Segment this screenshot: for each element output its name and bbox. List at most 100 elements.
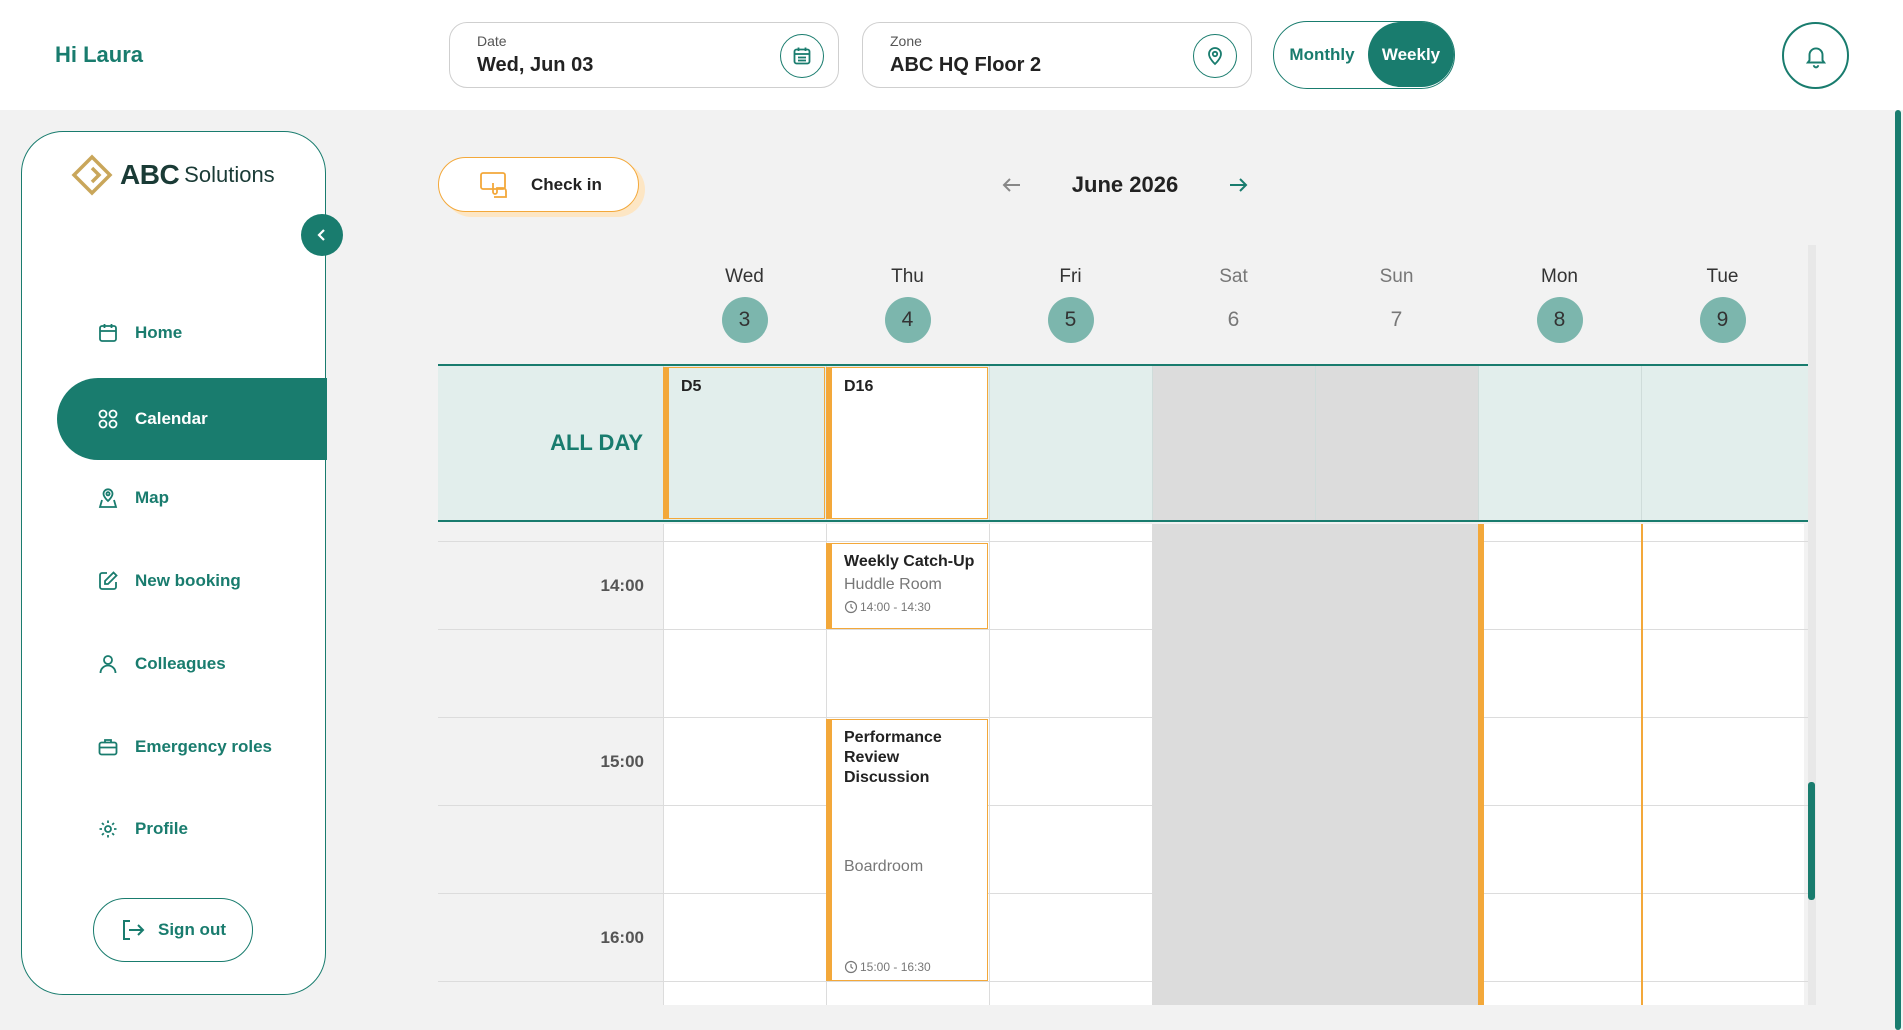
collapse-sidebar-button[interactable] bbox=[301, 214, 343, 256]
month-navigation: June 2026 bbox=[1000, 165, 1250, 205]
time-label: 15:00 bbox=[600, 752, 644, 771]
day-column bbox=[1315, 524, 1478, 1005]
map-pin-icon[interactable] bbox=[1193, 34, 1237, 78]
date-label: Date bbox=[477, 33, 507, 49]
grid-line bbox=[438, 541, 1808, 542]
check-in-button[interactable]: Check in bbox=[438, 157, 639, 212]
day-name: Tue bbox=[1706, 266, 1739, 287]
zone-picker[interactable]: Zone ABC HQ Floor 2 bbox=[862, 22, 1252, 88]
greeting: Hi Laura bbox=[55, 42, 144, 67]
month-title: June 2026 bbox=[1071, 172, 1179, 197]
sidebar-item-profile[interactable]: Profile bbox=[22, 799, 327, 859]
calendar-event[interactable]: Weekly Catch-Up Huddle Room 14:00 - 14:3… bbox=[826, 543, 988, 629]
day-column[interactable] bbox=[1478, 524, 1641, 1005]
event-time-text: 15:00 - 16:30 bbox=[860, 960, 931, 974]
all-day-cell[interactable] bbox=[1641, 366, 1804, 520]
sign-out-icon bbox=[123, 920, 145, 940]
day-header-tue[interactable]: Tue 9 bbox=[1641, 245, 1804, 343]
grid-line bbox=[438, 981, 1808, 982]
notifications-button[interactable] bbox=[1782, 22, 1849, 89]
sidebar-item-colleagues[interactable]: Colleagues bbox=[22, 634, 327, 694]
day-number: 3 bbox=[721, 297, 768, 343]
weekly-view-button[interactable]: Weekly bbox=[1368, 22, 1454, 87]
sidebar-item-label: New booking bbox=[135, 571, 241, 590]
sidebar-item-label: Colleagues bbox=[135, 654, 226, 673]
sidebar-item-new-booking[interactable]: New booking bbox=[22, 551, 327, 611]
sidebar-item-calendar[interactable]: Calendar bbox=[57, 378, 327, 460]
edit-icon bbox=[99, 571, 118, 590]
briefcase-icon bbox=[98, 739, 118, 756]
calendar-event[interactable]: Performance Review Discussion Boardroom … bbox=[826, 719, 988, 981]
clock-icon bbox=[844, 600, 858, 614]
calendar-scrollbar-thumb[interactable] bbox=[1808, 782, 1815, 900]
sidebar-item-label: Calendar bbox=[135, 409, 208, 428]
day-header-sat: Sat 6 bbox=[1152, 245, 1315, 343]
all-day-cell bbox=[1315, 366, 1478, 520]
grid-line bbox=[438, 717, 1808, 718]
sidebar-item-map[interactable]: Map bbox=[22, 468, 327, 528]
logo-icon bbox=[71, 154, 113, 196]
all-day-row: ALL DAY D5 D16 bbox=[438, 364, 1808, 522]
clock-icon bbox=[844, 960, 858, 974]
desk-booking[interactable]: D5 bbox=[663, 367, 825, 519]
event-location: Boardroom bbox=[844, 858, 924, 875]
grid-line bbox=[438, 805, 1808, 806]
arrow-left-icon[interactable] bbox=[1000, 173, 1024, 197]
sign-out-label: Sign out bbox=[158, 920, 226, 939]
day-header-fri[interactable]: Fri 5 bbox=[989, 245, 1152, 343]
sidebar-item-label: Map bbox=[135, 488, 169, 507]
all-day-cell[interactable] bbox=[1478, 366, 1641, 520]
logo-name: ABC bbox=[120, 159, 180, 190]
sidebar-item-label: Profile bbox=[135, 819, 188, 838]
person-icon bbox=[99, 655, 117, 674]
chevron-left-icon bbox=[317, 229, 325, 241]
day-number: 5 bbox=[1047, 297, 1094, 343]
day-header-mon[interactable]: Mon 8 bbox=[1478, 245, 1641, 343]
sidebar-item-label: Home bbox=[135, 323, 183, 342]
day-column[interactable] bbox=[663, 524, 826, 1005]
day-column[interactable] bbox=[1641, 524, 1804, 1005]
arrow-right-icon[interactable] bbox=[1226, 173, 1250, 197]
event-time: 15:00 - 16:30 bbox=[844, 960, 931, 974]
day-column[interactable] bbox=[989, 524, 1152, 1005]
sidebar: ABC Solutions Home Calendar Map New book… bbox=[21, 131, 343, 995]
day-name: Thu bbox=[891, 266, 924, 287]
top-bar: Hi Laura Date Wed, Jun 03 Zone ABC HQ Fl… bbox=[0, 0, 1903, 110]
zone-value: ABC HQ Floor 2 bbox=[890, 54, 1042, 76]
map-pin-icon bbox=[98, 488, 118, 508]
all-day-cell bbox=[1152, 366, 1315, 520]
grid-icon bbox=[98, 409, 118, 429]
calendar-icon[interactable] bbox=[780, 34, 824, 78]
gear-icon bbox=[99, 820, 117, 838]
date-picker[interactable]: Date Wed, Jun 03 bbox=[449, 22, 839, 88]
day-header-sun: Sun 7 bbox=[1315, 245, 1478, 343]
grid-line bbox=[438, 629, 1808, 630]
week-calendar: Wed 3 Thu 4 Fri 5 Sat 6 Sun 7 Mon 8 Tue … bbox=[438, 245, 1816, 1005]
time-grid: 14:00 15:00 16:00 Weekly Catch-Up Huddle… bbox=[438, 524, 1808, 1005]
view-toggle[interactable]: Monthly Weekly bbox=[1273, 21, 1455, 89]
sign-out-button[interactable]: Sign out bbox=[93, 898, 253, 962]
day-name: Sun bbox=[1379, 266, 1414, 287]
day-name: Sat bbox=[1219, 266, 1248, 287]
all-day-cell[interactable] bbox=[989, 366, 1152, 520]
logo: ABC Solutions bbox=[70, 154, 275, 196]
monthly-view-button[interactable]: Monthly bbox=[1274, 22, 1370, 87]
grid-line bbox=[438, 893, 1808, 894]
page-scrollbar[interactable] bbox=[1893, 110, 1903, 1030]
day-number: 9 bbox=[1699, 297, 1746, 343]
all-day-label: ALL DAY bbox=[550, 430, 643, 455]
day-column bbox=[1152, 524, 1315, 1005]
booking-span-indicator bbox=[1641, 524, 1643, 1005]
sidebar-item-label: Emergency roles bbox=[135, 737, 273, 756]
day-header-thu[interactable]: Thu 4 bbox=[826, 245, 989, 343]
sidebar-item-emergency-roles[interactable]: Emergency roles bbox=[22, 717, 327, 777]
day-number: 7 bbox=[1390, 308, 1403, 331]
desk-booking[interactable]: D16 bbox=[826, 367, 988, 519]
sidebar-item-home[interactable]: Home bbox=[22, 303, 327, 363]
logo-subname: Solutions bbox=[184, 162, 275, 187]
day-number: 6 bbox=[1227, 308, 1240, 331]
day-header-wed[interactable]: Wed 3 bbox=[663, 245, 826, 343]
event-time: 14:00 - 14:30 bbox=[844, 600, 979, 614]
check-in-icon bbox=[480, 172, 507, 198]
page-scrollbar-thumb[interactable] bbox=[1895, 110, 1901, 1030]
